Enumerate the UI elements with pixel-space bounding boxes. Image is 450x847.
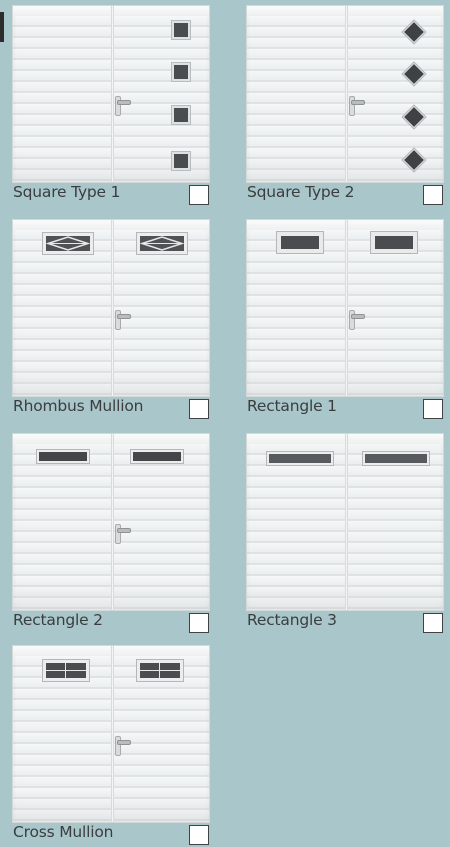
window-rectangle	[267, 452, 333, 465]
window-diamond	[402, 105, 426, 129]
option-label: Rhombus Mullion	[13, 397, 144, 415]
door-image[interactable]	[246, 219, 444, 397]
option-checkbox[interactable]	[423, 399, 443, 419]
option-label: Rectangle 2	[13, 611, 103, 629]
door-seam	[111, 6, 114, 182]
option-label: Square Type 2	[247, 183, 355, 201]
door-image[interactable]	[12, 219, 210, 397]
window-rectangle	[363, 452, 429, 465]
window-rectangle	[277, 232, 323, 253]
door-image[interactable]	[246, 5, 444, 183]
door-seam	[111, 434, 114, 610]
option-checkbox[interactable]	[189, 613, 209, 633]
door-handle-icon	[349, 96, 365, 116]
option-checkbox[interactable]	[423, 613, 443, 633]
door-seam	[111, 220, 114, 396]
option-label: Square Type 1	[13, 183, 121, 201]
door-seam	[345, 434, 348, 610]
option-checkbox[interactable]	[189, 399, 209, 419]
door-image[interactable]	[246, 433, 444, 611]
window-square	[172, 21, 190, 39]
door-image[interactable]	[12, 433, 210, 611]
door-seam	[345, 220, 348, 396]
window-diamond	[402, 62, 426, 86]
window-rectangle	[371, 232, 417, 253]
option-label: Rectangle 3	[247, 611, 337, 629]
door-seam	[345, 6, 348, 182]
window-diamond	[402, 20, 426, 44]
edge-marker	[0, 12, 4, 42]
window-diamond	[402, 148, 426, 172]
window-rhombus	[43, 233, 93, 254]
window-cross-mullion	[43, 660, 89, 681]
window-square	[172, 152, 190, 170]
window-square	[172, 106, 190, 124]
window-rectangle	[37, 450, 89, 463]
door-handle-icon	[115, 524, 131, 544]
window-cross-mullion	[137, 660, 183, 681]
option-checkbox[interactable]	[189, 825, 209, 845]
option-label: Cross Mullion	[13, 823, 114, 841]
window-rectangle	[131, 450, 183, 463]
window-square	[172, 63, 190, 81]
door-image[interactable]	[12, 5, 210, 183]
door-handle-icon	[115, 310, 131, 330]
door-handle-icon	[115, 736, 131, 756]
door-handle-icon	[349, 310, 365, 330]
option-checkbox[interactable]	[189, 185, 209, 205]
option-checkbox[interactable]	[423, 185, 443, 205]
window-rhombus	[137, 233, 187, 254]
option-label: Rectangle 1	[247, 397, 337, 415]
door-handle-icon	[115, 96, 131, 116]
door-seam	[111, 646, 114, 822]
door-image[interactable]	[12, 645, 210, 823]
